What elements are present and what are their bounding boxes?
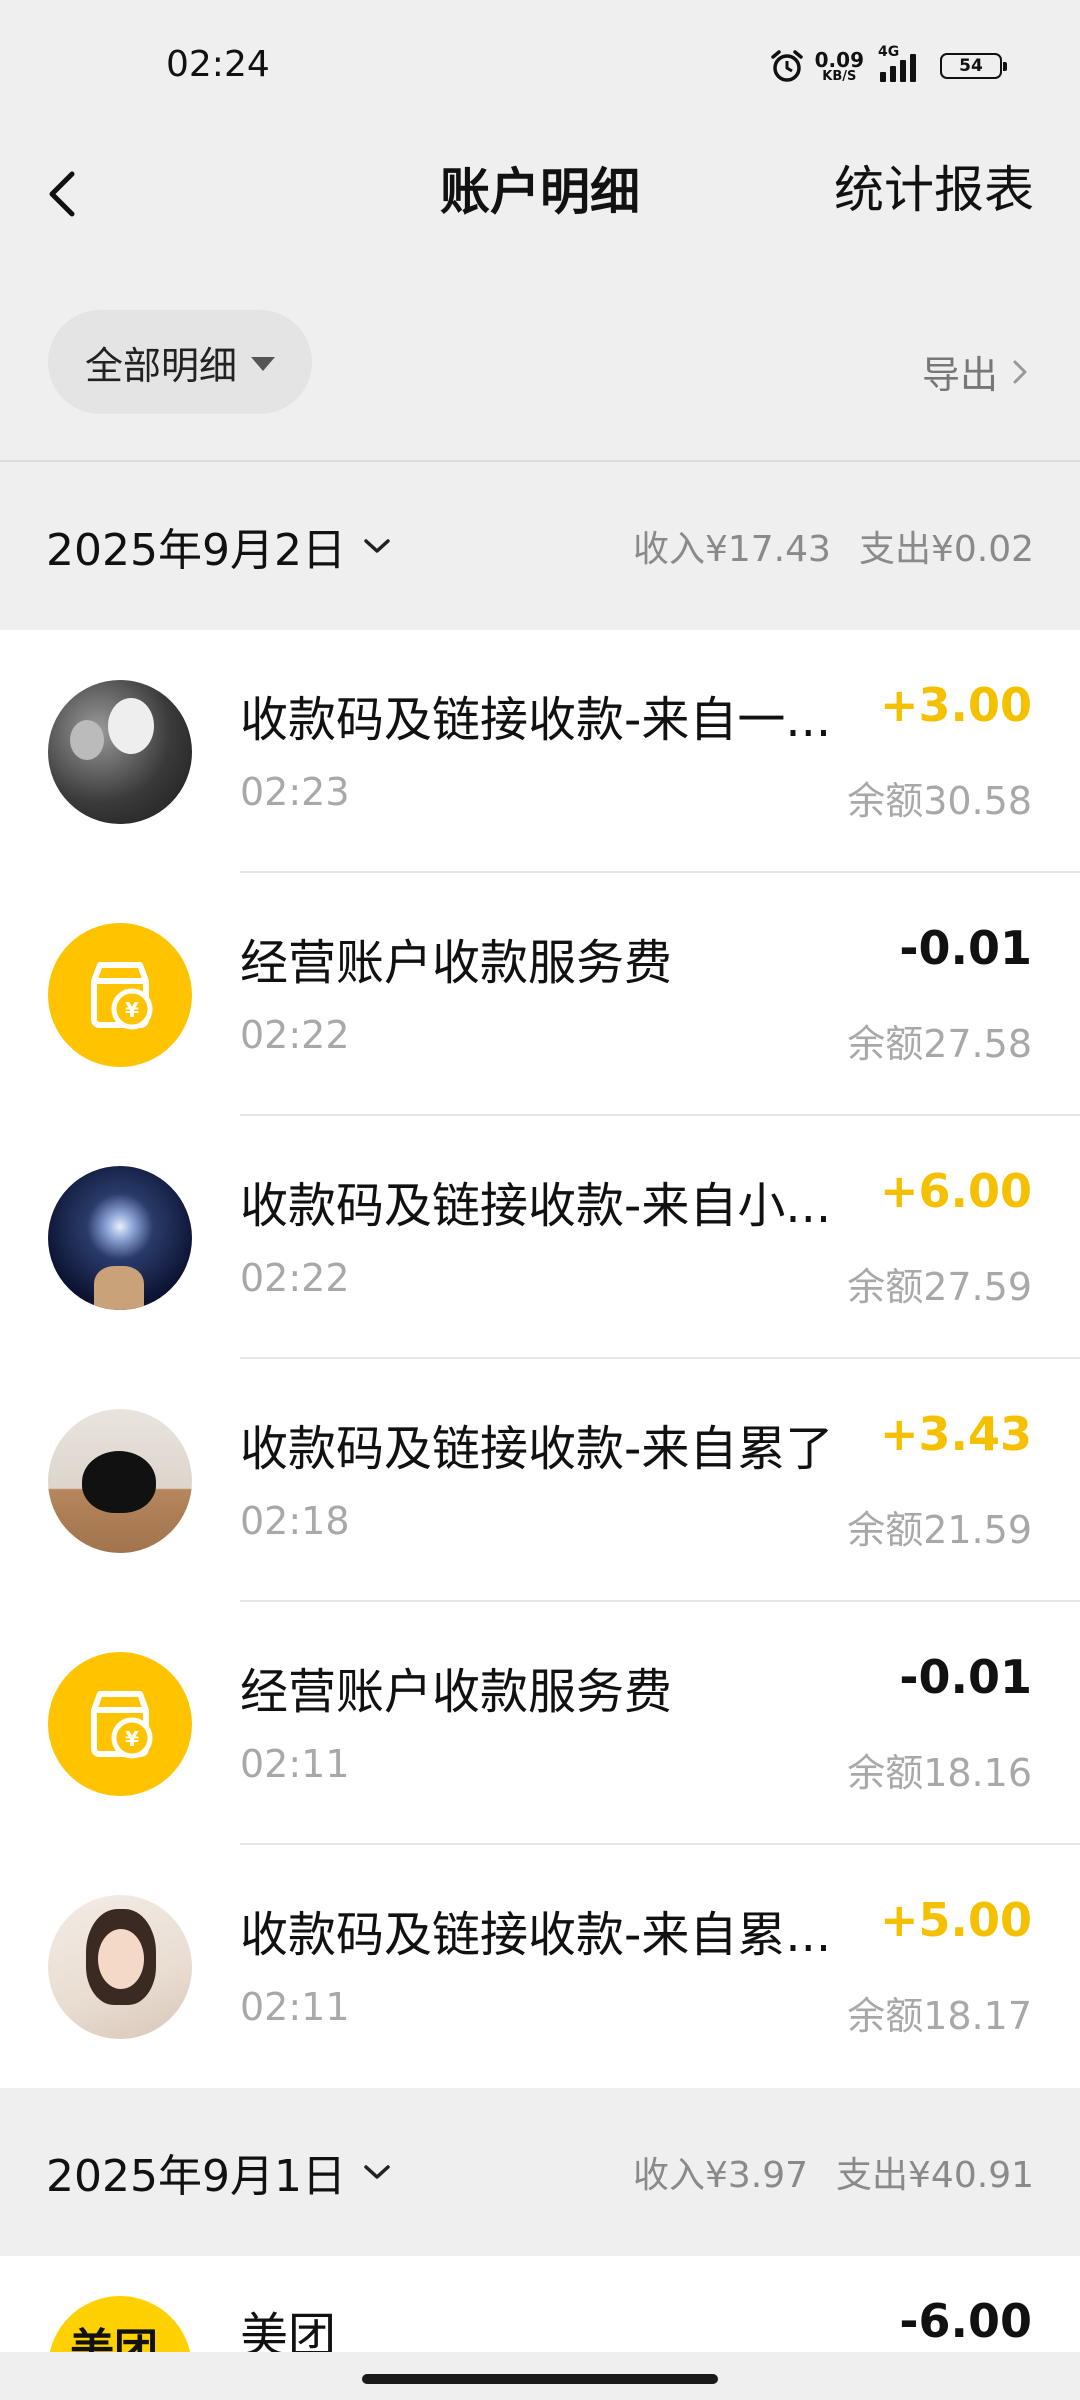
transaction-time: 02:22 (240, 1256, 350, 1300)
transaction-balance: 余额27.58 (847, 1022, 1032, 1066)
transaction-amount: +6.00 (879, 1164, 1032, 1218)
filter-selected-label: 全部明细 (84, 343, 237, 388)
transaction-time: 02:11 (240, 1742, 350, 1786)
transaction-title: 经营账户收款服务费 (240, 935, 673, 991)
transaction-amount: +5.00 (879, 1893, 1032, 1947)
section-summary: 收入¥17.43 支出¥0.02 (633, 520, 1034, 572)
transaction-balance: 余额21.59 (847, 1508, 1032, 1552)
transaction-title: 美团 (240, 2308, 337, 2352)
transaction-time: 02:11 (240, 1985, 350, 2029)
transaction-row[interactable]: ¥ 经营账户收款服务费 02:22 -0.01 余额27.58 (0, 873, 1080, 1116)
status-time: 02:24 (166, 44, 270, 85)
date-selector[interactable]: 2025年9月1日 (46, 2140, 392, 2204)
transaction-row[interactable]: ¥ 经营账户收款服务费 02:11 -0.01 余额18.16 (0, 1602, 1080, 1845)
shop-icon: ¥ (48, 1651, 192, 1796)
status-bar: 02:24 0.09 KB/S 4G 54 (0, 0, 1080, 130)
transaction-title: 收款码及链接收款-来自小... (240, 1178, 832, 1234)
transaction-balance: 余额18.17 (847, 1994, 1032, 2038)
section-expense: 支出¥40.91 (836, 2155, 1034, 2196)
gesture-area (0, 2352, 1080, 2400)
alarm-icon (769, 48, 805, 84)
transaction-row[interactable]: 收款码及链接收款-来自累了 02:18 +3.43 余额21.59 (0, 1359, 1080, 1602)
transaction-amount: +3.00 (879, 678, 1032, 732)
transaction-title: 收款码及链接收款-来自累... (240, 1907, 832, 1963)
transaction-row[interactable]: 美团 美团 -6.00 (0, 2256, 1080, 2352)
section-income: 收入¥17.43 (632, 529, 831, 570)
export-label: 导出 (921, 353, 998, 397)
chevron-down-icon (364, 539, 390, 553)
export-button[interactable]: 导出 (922, 344, 1028, 399)
app-header: 账户明细 统计报表 (0, 130, 1080, 298)
transaction-title: 收款码及链接收款-来自累了 (240, 1421, 834, 1477)
avatar (48, 1894, 192, 2039)
avatar (48, 1408, 192, 1553)
filter-row: 全部明细 导出 (0, 298, 1080, 462)
section-income: 收入¥3.97 (632, 2155, 809, 2196)
section-date: 2025年9月2日 (46, 525, 346, 576)
transaction-row[interactable]: 收款码及链接收款-来自小... 02:22 +6.00 余额27.59 (0, 1116, 1080, 1359)
date-section-header: 2025年9月2日 收入¥17.43 支出¥0.02 (0, 462, 1080, 630)
transaction-balance: 余额30.58 (847, 779, 1032, 823)
transaction-list: 美团 美团 -6.00 (0, 2256, 1080, 2352)
transaction-row[interactable]: 收款码及链接收款-来自一... 02:23 +3.00 余额30.58 (0, 630, 1080, 873)
date-section-header: 2025年9月1日 收入¥3.97 支出¥40.91 (0, 2088, 1080, 2256)
battery-level: 54 (959, 56, 983, 76)
meituan-logo-text: 美团 (70, 2325, 158, 2352)
section-expense: 支出¥0.02 (858, 529, 1034, 570)
transaction-title: 经营账户收款服务费 (240, 1664, 673, 1720)
transaction-amount: -6.00 (899, 2294, 1032, 2348)
shop-icon: ¥ (48, 922, 192, 1067)
section-date: 2025年9月1日 (46, 2151, 346, 2202)
caret-down-icon (251, 357, 275, 371)
status-icons: 0.09 KB/S 4G 54 (769, 44, 1007, 86)
battery-icon: 54 (940, 53, 1007, 79)
transaction-row[interactable]: 收款码及链接收款-来自累... 02:11 +5.00 余额18.17 (0, 1845, 1080, 2088)
meituan-logo: 美团 (48, 2296, 192, 2352)
transaction-time: 02:23 (240, 770, 350, 814)
filter-dropdown[interactable]: 全部明细 (48, 310, 312, 414)
transaction-time: 02:22 (240, 1013, 350, 1057)
chevron-right-icon (1013, 360, 1027, 383)
svg-text:¥: ¥ (125, 998, 139, 1022)
date-selector[interactable]: 2025年9月2日 (46, 514, 392, 578)
transaction-amount: -0.01 (899, 921, 1032, 975)
network-speed: 0.09 KB/S (815, 50, 864, 83)
transaction-amount: -0.01 (899, 1650, 1032, 1704)
transaction-time: 02:18 (240, 1499, 350, 1543)
signal-icon: 4G (874, 44, 926, 84)
transaction-amount: +3.43 (879, 1407, 1032, 1461)
network-speed-value: 0.09 (814, 47, 864, 72)
transaction-title: 收款码及链接收款-来自一... (240, 692, 832, 748)
chevron-down-icon (364, 2165, 390, 2179)
home-gesture-bar[interactable] (362, 2374, 718, 2384)
transaction-list: 收款码及链接收款-来自一... 02:23 +3.00 余额30.58 ¥ 经营… (0, 630, 1080, 2088)
transaction-balance: 余额18.16 (847, 1751, 1032, 1795)
network-speed-unit: KB/S (822, 68, 857, 84)
avatar (48, 679, 192, 824)
transaction-balance: 余额27.59 (847, 1265, 1032, 1309)
avatar (48, 1165, 192, 1310)
stats-report-link[interactable]: 统计报表 (834, 150, 1034, 222)
svg-text:¥: ¥ (125, 1727, 139, 1751)
section-summary: 收入¥3.97 支出¥40.91 (633, 2146, 1034, 2198)
